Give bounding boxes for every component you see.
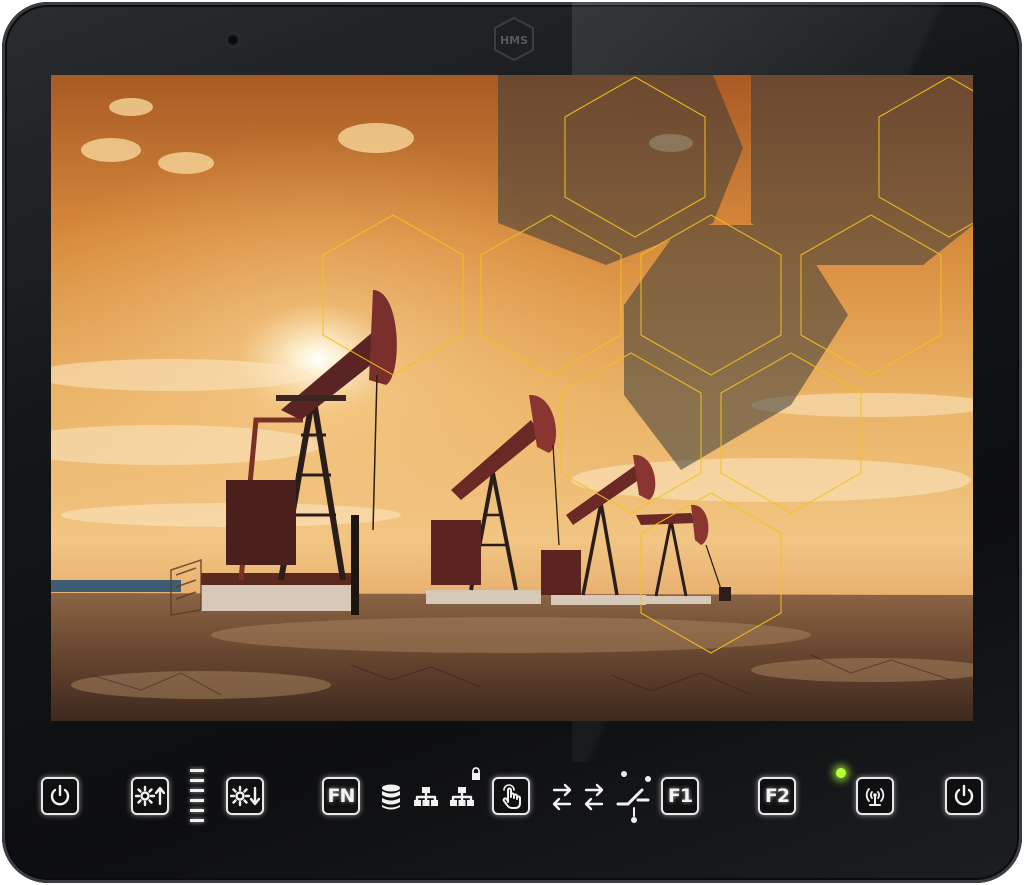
f2-label: F2 <box>764 785 790 807</box>
power-button-left[interactable] <box>41 777 79 815</box>
network-icon <box>414 787 438 806</box>
brightness-up-button[interactable] <box>131 777 169 815</box>
brightness-level-segment <box>190 779 204 782</box>
touch-hand-icon <box>502 784 521 809</box>
database-icon <box>382 784 400 810</box>
brightness-down-button[interactable] <box>226 777 264 815</box>
brightness-down-icon <box>230 785 260 807</box>
wireless-button[interactable] <box>856 777 894 815</box>
network-lock-icon <box>450 767 480 806</box>
fn-label: FN <box>327 785 356 807</box>
brightness-level-segment <box>190 789 204 792</box>
status-led <box>836 768 846 778</box>
brightness-level-segment <box>190 799 204 802</box>
switch-icon <box>616 771 651 823</box>
oilfield-photo <box>51 75 973 721</box>
brand-logo-text: HMS <box>500 34 528 47</box>
wireless-icon <box>865 788 885 806</box>
camera-lens <box>227 34 239 46</box>
f2-button[interactable]: F2 <box>758 777 796 815</box>
f1-button[interactable]: F1 <box>661 777 699 815</box>
power-button-right[interactable] <box>945 777 983 815</box>
display-screen <box>51 75 973 721</box>
brand-logo: HMS <box>494 16 534 62</box>
touch-lock-button[interactable] <box>492 777 530 815</box>
brightness-level-segment <box>190 819 204 822</box>
brightness-up-icon <box>135 785 165 807</box>
transfer-arrows-icon <box>552 783 604 811</box>
power-icon <box>50 784 70 806</box>
f1-label: F1 <box>667 785 693 807</box>
brightness-level-segment <box>190 809 204 812</box>
fn-button[interactable]: FN <box>322 777 360 815</box>
power-icon <box>954 784 974 806</box>
brightness-level-segment <box>190 769 204 772</box>
